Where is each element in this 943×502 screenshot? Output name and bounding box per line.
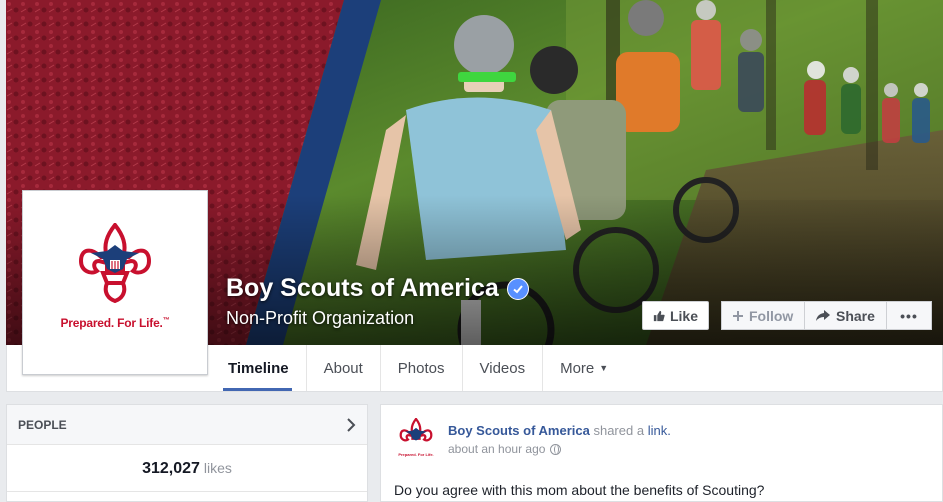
globe-icon[interactable] [550,443,562,455]
profile-picture[interactable]: Prepared. For Life.™ [22,190,208,375]
page-category[interactable]: Non-Profit Organization [226,308,414,329]
fleur-de-lis-logo [78,223,152,303]
page-name[interactable]: Boy Scouts of America [226,274,529,303]
like-button[interactable]: Like [642,301,709,330]
likes-count: 312,027 [142,460,200,477]
post-body-text: Do you agree with this mom about the ben… [394,482,765,498]
people-card: PEOPLE 312,027 likes [6,404,368,502]
people-header[interactable]: PEOPLE [7,405,367,445]
avatar-motto: Prepared. For Life. [398,452,434,457]
follow-button[interactable]: Follow [721,301,805,330]
verified-badge-icon[interactable] [506,277,529,300]
post-meta: about an hour ago [448,442,562,456]
page-tabs: Timeline About Photos Videos More ▼ [211,345,625,391]
motto-text: Prepared. For Life.™ [60,316,170,330]
like-label: Like [669,307,698,324]
plus-icon [733,310,743,321]
post-avatar[interactable]: Prepared. For Life. [394,417,438,462]
fleur-de-lis-logo [399,417,433,442]
people-heading: PEOPLE [18,417,67,432]
post-shared-link[interactable]: link. [648,423,671,438]
tab-photos[interactable]: Photos [381,345,463,391]
share-label: Share [836,307,875,324]
post-action-text: shared a [593,423,645,438]
chevron-right-icon[interactable] [346,417,356,432]
tab-timeline[interactable]: Timeline [211,345,307,391]
cover-actions: Like Follow Share ••• [642,301,932,330]
ellipsis-icon: ••• [900,307,918,324]
post-header: Boy Scouts of America shared a link. [448,423,671,438]
follow-label: Follow [749,307,794,324]
share-arrow-icon [816,310,830,321]
share-button[interactable]: Share [804,301,887,330]
divider [7,491,367,492]
tab-more[interactable]: More ▼ [543,345,625,391]
thumbs-up-icon [653,310,665,321]
action-group: Follow Share ••• [721,301,932,330]
likes-label: likes [203,460,232,476]
caret-down-icon: ▼ [599,363,609,373]
post-card: Prepared. For Life. Boy Scouts of Americ… [380,404,943,502]
likes-summary: 312,027 likes [7,460,367,478]
tab-about[interactable]: About [307,345,381,391]
tab-videos[interactable]: Videos [463,345,544,391]
post-timestamp[interactable]: about an hour ago [448,442,545,456]
more-options-button[interactable]: ••• [886,301,932,330]
post-author-link[interactable]: Boy Scouts of America [448,423,590,438]
page-name-text[interactable]: Boy Scouts of America [226,274,499,303]
